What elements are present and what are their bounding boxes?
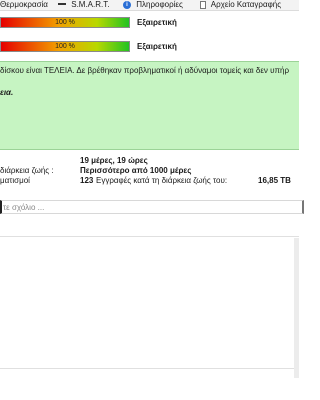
lifetime-value: Περισσότερο από 1000 μέρες	[80, 166, 192, 175]
smart-icon	[58, 3, 66, 6]
tab-smart-label: S.M.A.R.T.	[71, 0, 110, 9]
writes-value: 16,85 TB	[258, 176, 291, 185]
tab-log[interactable]: Αρχείο Καταγραφής	[200, 0, 281, 10]
tab-smart[interactable]: S.M.A.R.T.	[58, 0, 109, 10]
health-progress-bar: 100 %	[0, 17, 130, 28]
tab-info-label: Πληροφορίες	[136, 0, 183, 9]
tab-temperature[interactable]: Θερμοκρασία	[0, 0, 48, 10]
power-on-time-value: 19 μέρες, 19 ώρες	[80, 156, 148, 165]
status-panel: δίσκου είναι ΤΕΛΕΙΑ. Δε βρέθηκαν προβλημ…	[0, 61, 299, 150]
health-rating: Εξαιρετική	[137, 18, 177, 27]
performance-rating: Εξαιρετική	[137, 42, 177, 51]
status-text: δίσκου είναι ΤΕΛΕΙΑ. Δε βρέθηκαν προβλημ…	[0, 66, 289, 75]
performance-percent: 100 %	[55, 43, 75, 50]
writes-label: Εγγραφές κατά τη διάρκεια ζωής του:	[96, 176, 228, 185]
tab-bar: Θερμοκρασία S.M.A.R.T. i Πληροφορίες Αρχ…	[0, 0, 299, 11]
scrollbar[interactable]	[294, 238, 299, 378]
lifetime-label: διάρκεια ζωής :	[0, 166, 54, 175]
divider	[0, 236, 299, 237]
lower-panel	[0, 236, 299, 400]
status-extra: εια.	[0, 88, 14, 97]
divider	[0, 368, 299, 369]
tab-info[interactable]: i Πληροφορίες	[123, 0, 183, 10]
cycles-value: 123	[80, 176, 94, 185]
tab-log-label: Αρχείο Καταγραφής	[210, 0, 282, 9]
info-icon: i	[123, 0, 131, 9]
health-percent: 100 %	[55, 19, 75, 26]
tab-temperature-label: Θερμοκρασία	[0, 0, 48, 9]
comment-input[interactable]	[0, 200, 304, 214]
cycles-label: ματισμοί	[0, 176, 30, 185]
log-file-icon	[200, 0, 206, 9]
performance-progress-bar: 100 %	[0, 41, 130, 52]
